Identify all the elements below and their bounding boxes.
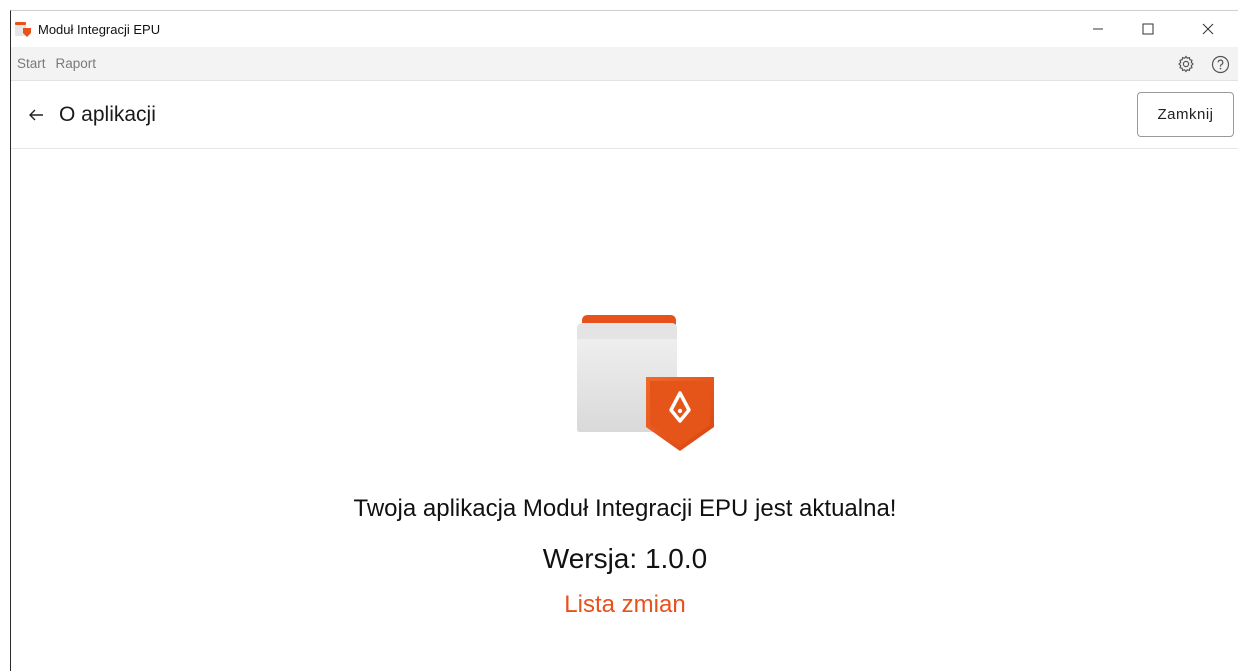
app-logo: [574, 315, 724, 455]
menu-bar: Start Raport: [11, 47, 1238, 81]
minimize-icon: [1093, 28, 1103, 30]
version-line: Wersja: 1.0.0: [11, 543, 1238, 575]
maximize-icon: [1142, 23, 1154, 35]
menu-item-start[interactable]: Start: [17, 56, 46, 71]
window-controls: [1078, 11, 1238, 47]
update-status-text: Twoja aplikacja Moduł Integracji EPU jes…: [353, 495, 897, 522]
app-window: Moduł Integracji EPU Start Raport O apli…: [10, 10, 1238, 671]
title-bar: Moduł Integracji EPU: [11, 11, 1238, 47]
page-title: O aplikacji: [59, 102, 156, 126]
close-window-button[interactable]: [1178, 11, 1238, 47]
app-logo-icon: [14, 20, 34, 38]
gear-icon[interactable]: [1176, 54, 1196, 74]
close-icon: [1202, 23, 1214, 35]
close-button[interactable]: Zamknij: [1137, 92, 1234, 137]
arrow-left-icon[interactable]: [25, 104, 47, 126]
changelog-link[interactable]: Lista zmian: [11, 591, 1238, 619]
question-circle-icon[interactable]: [1210, 54, 1230, 74]
maximize-button[interactable]: [1118, 11, 1178, 47]
menu-icons: [1176, 47, 1230, 81]
page-header: O aplikacji Zamknij: [11, 81, 1238, 149]
version-label: Wersja:: [542, 543, 638, 574]
minimize-button[interactable]: [1078, 11, 1118, 47]
window-title: Moduł Integracji EPU: [38, 21, 161, 37]
about-content: Twoja aplikacja Moduł Integracji EPU jes…: [11, 149, 1238, 671]
version-value: 1.0.0: [644, 543, 708, 574]
menu-item-raport[interactable]: Raport: [56, 56, 97, 71]
